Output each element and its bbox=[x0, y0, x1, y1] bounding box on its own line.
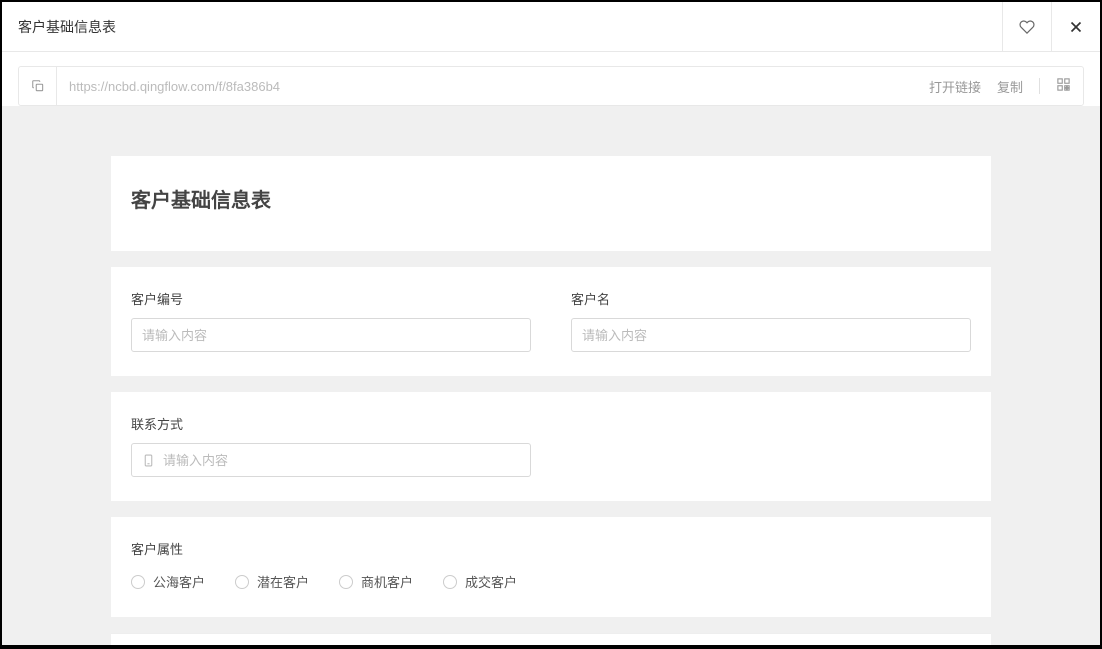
radio-public[interactable]: 公海客户 bbox=[131, 572, 205, 591]
copy-link-action[interactable]: 复制 bbox=[997, 77, 1023, 96]
open-link-action[interactable]: 打开链接 bbox=[929, 77, 981, 96]
favorite-button[interactable] bbox=[1002, 2, 1051, 52]
close-button[interactable] bbox=[1051, 2, 1100, 52]
form-section-basic: 客户编号 客户名 bbox=[111, 267, 991, 376]
heart-icon bbox=[1019, 19, 1035, 35]
form-footer: 暂存 提交 bbox=[111, 633, 991, 645]
radio-label: 潜在客户 bbox=[257, 572, 309, 591]
radio-circle-icon bbox=[131, 575, 145, 589]
customer-no-label: 客户编号 bbox=[131, 289, 531, 308]
radio-label: 公海客户 bbox=[153, 572, 205, 591]
qrcode-action[interactable] bbox=[1056, 77, 1071, 95]
copy-icon bbox=[31, 79, 45, 93]
radio-circle-icon bbox=[339, 575, 353, 589]
url-prefix-icon-box bbox=[19, 67, 57, 105]
close-icon bbox=[1067, 18, 1085, 36]
form-title: 客户基础信息表 bbox=[131, 184, 971, 213]
radio-circle-icon bbox=[235, 575, 249, 589]
form-header-card: 客户基础信息表 bbox=[111, 156, 991, 251]
radio-circle-icon bbox=[443, 575, 457, 589]
url-input[interactable] bbox=[57, 79, 929, 94]
contact-label: 联系方式 bbox=[131, 414, 531, 433]
url-bar: 打开链接 复制 bbox=[18, 66, 1084, 106]
form-section-attr: 客户属性 公海客户 潜在客户 商机客户 成交客户 bbox=[111, 517, 991, 617]
radio-label: 商机客户 bbox=[361, 572, 413, 591]
customer-no-input[interactable] bbox=[131, 318, 531, 352]
attr-radio-group: 公海客户 潜在客户 商机客户 成交客户 bbox=[131, 572, 971, 591]
modal-title: 客户基础信息表 bbox=[2, 17, 1002, 37]
radio-potential[interactable]: 潜在客户 bbox=[235, 572, 309, 591]
contact-input-wrapper bbox=[131, 443, 531, 477]
radio-deal[interactable]: 成交客户 bbox=[443, 572, 517, 591]
radio-label: 成交客户 bbox=[465, 572, 517, 591]
radio-opportunity[interactable]: 商机客户 bbox=[339, 572, 413, 591]
divider bbox=[1039, 78, 1040, 94]
modal-header: 客户基础信息表 bbox=[2, 2, 1100, 52]
attr-label: 客户属性 bbox=[131, 539, 971, 558]
phone-icon bbox=[142, 454, 155, 467]
contact-input[interactable] bbox=[163, 453, 520, 468]
content-area: 客户基础信息表 客户编号 客户名 联系方式 bbox=[2, 106, 1100, 645]
customer-name-input[interactable] bbox=[571, 318, 971, 352]
form-section-contact: 联系方式 bbox=[111, 392, 991, 501]
customer-name-label: 客户名 bbox=[571, 289, 971, 308]
qrcode-icon bbox=[1056, 77, 1071, 92]
